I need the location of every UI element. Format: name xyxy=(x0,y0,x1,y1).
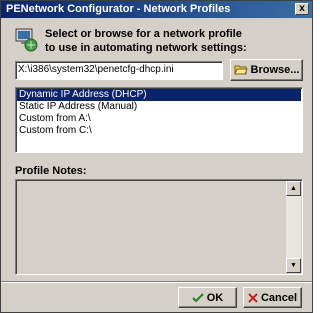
instruction-line-2: to use in automating network settings: xyxy=(45,42,247,54)
window-title: PENetwork Configurator - Network Profile… xyxy=(6,3,231,15)
profile-item-static[interactable]: Static IP Address (Manual) xyxy=(17,101,301,113)
arrow-up-icon: ▲ xyxy=(290,185,297,192)
instruction-line-1: Select or browse for a network profile xyxy=(45,28,242,40)
scroll-down-button[interactable]: ▼ xyxy=(286,258,301,273)
profile-item-custom-c[interactable]: Custom from C:\ xyxy=(17,125,301,137)
arrow-down-icon: ▼ xyxy=(290,262,297,269)
close-button[interactable]: x xyxy=(295,3,309,15)
profile-item-dhcp[interactable]: Dynamic IP Address (DHCP) xyxy=(17,89,301,101)
instruction-text: Select or browse for a network profile t… xyxy=(45,27,247,55)
notes-scrollbar[interactable]: ▲ ▼ xyxy=(286,181,301,273)
scroll-up-button[interactable]: ▲ xyxy=(286,181,301,196)
cancel-x-icon xyxy=(248,292,258,303)
title-bar[interactable]: PENetwork Configurator - Network Profile… xyxy=(1,1,312,18)
profile-path-input[interactable]: X:\i386\system32\penetcfg-dhcp.ini xyxy=(15,61,223,80)
profile-notes-area[interactable]: ▲ ▼ xyxy=(15,179,303,275)
cancel-button-label: Cancel xyxy=(260,291,298,304)
profile-list[interactable]: Dynamic IP Address (DHCP) Static IP Addr… xyxy=(15,87,303,153)
network-profile-icon xyxy=(15,28,38,52)
dialog-window: PENetwork Configurator - Network Profile… xyxy=(0,0,313,313)
cancel-button[interactable]: Cancel xyxy=(243,287,302,308)
ok-button[interactable]: OK xyxy=(178,287,237,308)
folder-open-icon xyxy=(233,65,248,75)
checkmark-icon xyxy=(192,292,204,302)
footer-separator xyxy=(1,281,312,283)
ok-button-label: OK xyxy=(206,291,224,304)
browse-button[interactable]: Browse... xyxy=(230,59,303,81)
profile-item-custom-a[interactable]: Custom from A:\ xyxy=(17,113,301,125)
browse-button-label: Browse... xyxy=(250,64,300,76)
close-icon: x xyxy=(299,3,305,14)
profile-notes-label: Profile Notes: xyxy=(15,165,87,177)
